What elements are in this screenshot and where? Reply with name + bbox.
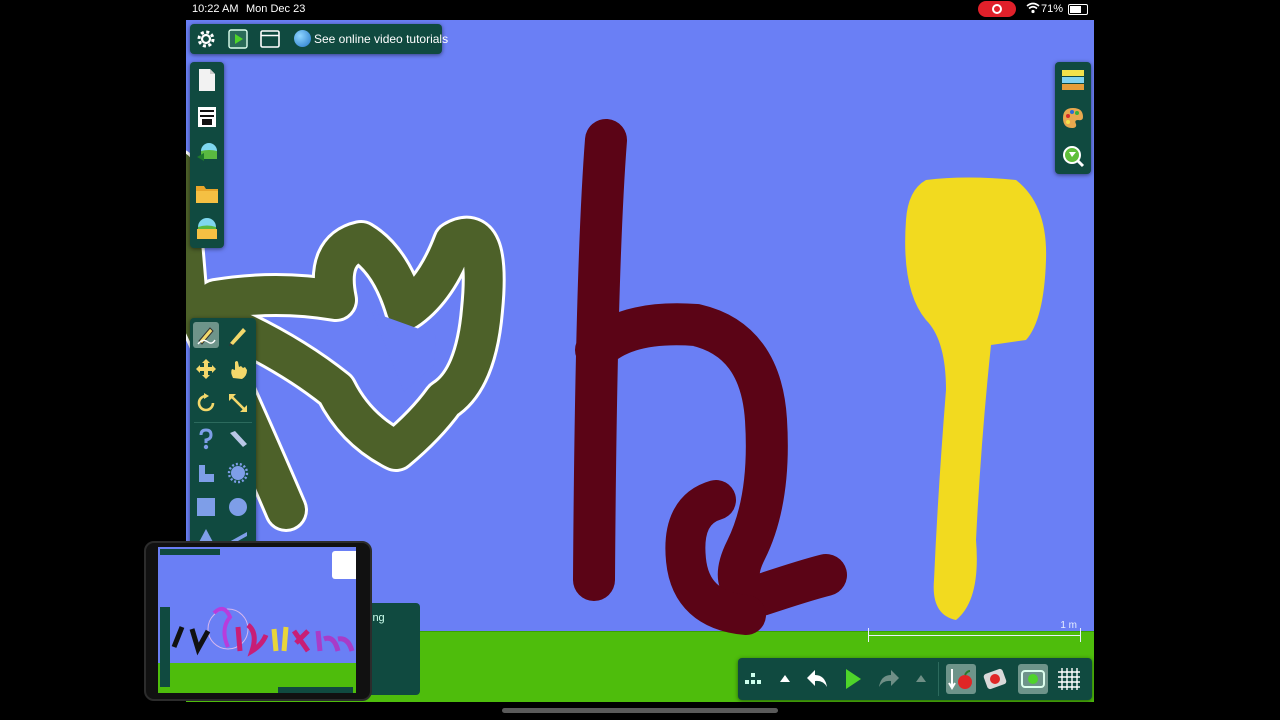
folder-icon[interactable]	[194, 180, 220, 206]
maroon-h-shape[interactable]	[573, 119, 847, 635]
fixate-icon[interactable]	[946, 664, 976, 694]
view-toolbar	[1055, 62, 1091, 174]
scale-icon[interactable]	[225, 390, 251, 416]
new-page-icon[interactable]	[194, 67, 220, 93]
palette-icon[interactable]	[1060, 105, 1086, 131]
bottom-toolbar	[738, 658, 1092, 700]
hand-icon[interactable]	[225, 356, 251, 382]
scale-label: 1 m	[1060, 620, 1077, 631]
pip-thumbnail	[332, 551, 356, 579]
hinge-icon[interactable]	[193, 460, 219, 486]
hidden-panel-label: ing	[370, 612, 385, 624]
save-icon[interactable]	[194, 216, 220, 242]
battery-icon	[1068, 4, 1088, 15]
grid-icon[interactable]	[1056, 666, 1082, 692]
knife-icon[interactable]	[225, 426, 251, 452]
tool-panel	[190, 318, 256, 548]
battery-percent: 71%	[1041, 3, 1064, 15]
status-time: 10:22 AM	[192, 3, 239, 15]
collision-icon[interactable]	[982, 666, 1008, 692]
layers-icon[interactable]	[1060, 67, 1086, 93]
undo-icon[interactable]	[804, 666, 830, 692]
pencil-icon[interactable]	[225, 322, 251, 348]
picture-in-picture-video[interactable]	[144, 541, 372, 701]
grid-menu-icon[interactable]	[740, 666, 766, 692]
spring-icon[interactable]	[193, 426, 219, 452]
clipboard-icon[interactable]	[194, 104, 220, 130]
play-icon[interactable]	[227, 28, 249, 50]
yellow-spoon-shape[interactable]	[905, 177, 1047, 621]
up-arrow-icon[interactable]	[772, 666, 798, 692]
globe-icon[interactable]	[294, 30, 311, 47]
up-arrow-icon[interactable]	[908, 666, 934, 692]
redo-icon[interactable]	[876, 666, 902, 692]
wifi-icon	[1026, 2, 1040, 14]
follow-camera-icon[interactable]	[1018, 664, 1048, 694]
pip-screen	[158, 547, 356, 693]
tutorials-link[interactable]: See online video tutorials	[314, 32, 448, 46]
status-date: Mon Dec 23	[246, 3, 306, 15]
zoom-icon[interactable]	[1060, 143, 1086, 169]
top-toolbar: See online video tutorials	[190, 24, 448, 54]
status-bar: 10:22 AM Mon Dec 23 71%	[186, 0, 1096, 18]
draw-icon[interactable]	[193, 322, 219, 348]
window-icon[interactable]	[259, 28, 281, 50]
home-indicator[interactable]	[502, 708, 778, 713]
play-icon[interactable]	[840, 666, 866, 692]
pip-scene-drawing	[160, 549, 355, 693]
rotate-icon[interactable]	[193, 390, 219, 416]
gear-tool-icon[interactable]	[225, 460, 251, 486]
move-icon[interactable]	[193, 356, 219, 382]
circle-icon[interactable]	[225, 494, 251, 520]
scale-bar: 1 m	[868, 620, 1081, 642]
import-icon[interactable]	[194, 140, 220, 166]
screen-recording-indicator[interactable]	[978, 1, 1016, 17]
box-icon[interactable]	[193, 494, 219, 520]
gear-icon[interactable]	[195, 28, 217, 50]
file-toolbar	[190, 62, 224, 248]
